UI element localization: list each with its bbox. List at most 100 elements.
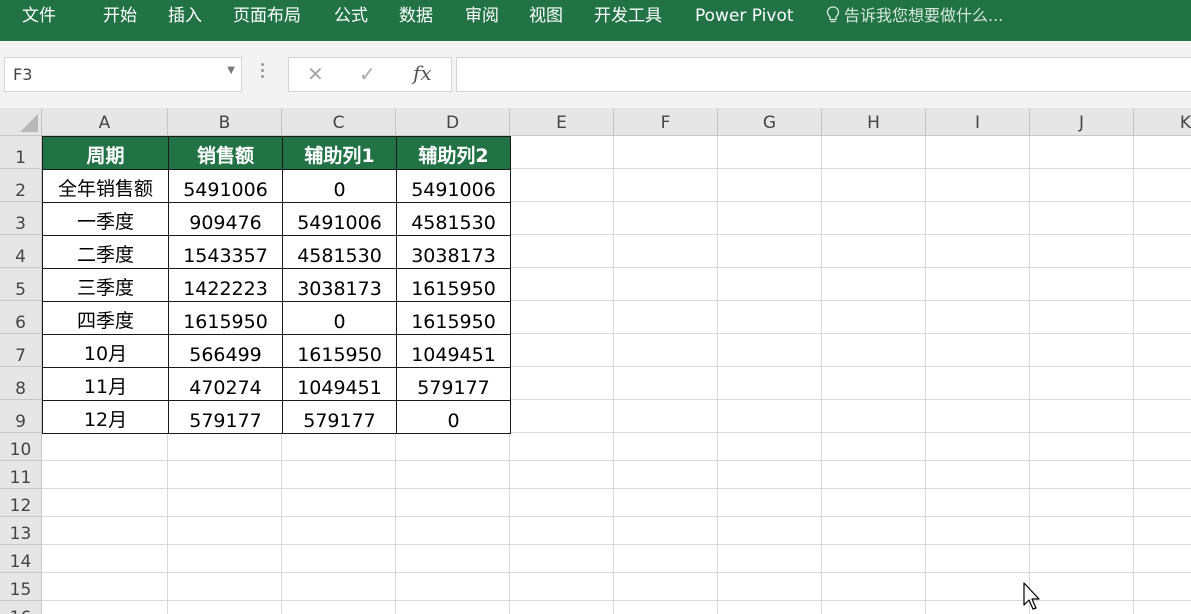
cell-F12[interactable] <box>614 489 718 517</box>
cell-E6[interactable] <box>510 301 614 334</box>
table-cell[interactable]: 1543357 <box>168 235 283 269</box>
column-header-F[interactable]: F <box>614 108 718 136</box>
column-header-B[interactable]: B <box>168 108 282 136</box>
tab-data[interactable]: 数据 <box>399 6 433 26</box>
cell-G11[interactable] <box>718 461 822 489</box>
table-cell[interactable]: 12月 <box>42 400 169 434</box>
cell-E14[interactable] <box>510 545 614 573</box>
cell-I6[interactable] <box>926 301 1030 334</box>
select-all-button[interactable] <box>0 108 42 136</box>
cell-J5[interactable] <box>1030 268 1134 301</box>
table-cell[interactable]: 4581530 <box>282 235 397 269</box>
cell-I3[interactable] <box>926 202 1030 235</box>
tab-review[interactable]: 审阅 <box>465 6 499 26</box>
cell-B13[interactable] <box>168 517 282 545</box>
table-cell[interactable]: 1422223 <box>168 268 283 302</box>
cell-C12[interactable] <box>282 489 396 517</box>
row-header-8[interactable]: 8 <box>0 367 42 400</box>
cell-B10[interactable] <box>168 433 282 461</box>
column-header-G[interactable]: G <box>718 108 822 136</box>
cell-A15[interactable] <box>42 573 168 601</box>
cell-I2[interactable] <box>926 169 1030 202</box>
cell-K7[interactable] <box>1134 334 1191 367</box>
cell-B15[interactable] <box>168 573 282 601</box>
cell-K11[interactable] <box>1134 461 1191 489</box>
cell-I15[interactable] <box>926 573 1030 601</box>
cell-A12[interactable] <box>42 489 168 517</box>
cell-C16[interactable] <box>282 601 396 614</box>
cell-I14[interactable] <box>926 545 1030 573</box>
cell-J14[interactable] <box>1030 545 1134 573</box>
cell-J7[interactable] <box>1030 334 1134 367</box>
enter-icon[interactable]: ✓ <box>359 62 376 86</box>
insert-function-icon[interactable]: fx <box>413 61 432 85</box>
table-cell[interactable]: 3038173 <box>282 268 397 302</box>
cell-E9[interactable] <box>510 400 614 433</box>
row-header-6[interactable]: 6 <box>0 301 42 334</box>
cell-D11[interactable] <box>396 461 510 489</box>
cell-K16[interactable] <box>1134 601 1191 614</box>
cell-E5[interactable] <box>510 268 614 301</box>
cell-F16[interactable] <box>614 601 718 614</box>
cell-D14[interactable] <box>396 545 510 573</box>
cell-D12[interactable] <box>396 489 510 517</box>
cell-D13[interactable] <box>396 517 510 545</box>
table-cell[interactable]: 5491006 <box>282 202 397 236</box>
cell-J4[interactable] <box>1030 235 1134 268</box>
cell-H15[interactable] <box>822 573 926 601</box>
tab-developer[interactable]: 开发工具 <box>594 6 662 26</box>
cell-H3[interactable] <box>822 202 926 235</box>
column-header-K[interactable]: K <box>1134 108 1191 136</box>
table-cell[interactable]: 1049451 <box>282 367 397 401</box>
cell-K15[interactable] <box>1134 573 1191 601</box>
chevron-down-icon[interactable]: ▼ <box>227 65 235 76</box>
cell-J9[interactable] <box>1030 400 1134 433</box>
table-header-cell[interactable]: 辅助列2 <box>396 136 511 170</box>
cell-F9[interactable] <box>614 400 718 433</box>
cell-F10[interactable] <box>614 433 718 461</box>
cell-H4[interactable] <box>822 235 926 268</box>
cell-C13[interactable] <box>282 517 396 545</box>
table-cell[interactable]: 3038173 <box>396 235 511 269</box>
column-header-H[interactable]: H <box>822 108 926 136</box>
cell-G12[interactable] <box>718 489 822 517</box>
column-header-D[interactable]: D <box>396 108 510 136</box>
table-cell[interactable]: 579177 <box>168 400 283 434</box>
cell-H16[interactable] <box>822 601 926 614</box>
cell-F11[interactable] <box>614 461 718 489</box>
column-header-C[interactable]: C <box>282 108 396 136</box>
cell-K8[interactable] <box>1134 367 1191 400</box>
cell-K1[interactable] <box>1134 136 1191 169</box>
cell-I5[interactable] <box>926 268 1030 301</box>
cell-G14[interactable] <box>718 545 822 573</box>
cell-E11[interactable] <box>510 461 614 489</box>
cell-G8[interactable] <box>718 367 822 400</box>
cell-I11[interactable] <box>926 461 1030 489</box>
row-header-16[interactable]: 16 <box>0 601 42 614</box>
cell-J3[interactable] <box>1030 202 1134 235</box>
cell-G3[interactable] <box>718 202 822 235</box>
row-header-11[interactable]: 11 <box>0 461 42 489</box>
cell-F14[interactable] <box>614 545 718 573</box>
cell-K13[interactable] <box>1134 517 1191 545</box>
cell-K6[interactable] <box>1134 301 1191 334</box>
table-cell[interactable]: 1615950 <box>282 334 397 368</box>
table-cell[interactable]: 4581530 <box>396 202 511 236</box>
table-cell[interactable]: 三季度 <box>42 268 169 302</box>
cell-G13[interactable] <box>718 517 822 545</box>
cell-C10[interactable] <box>282 433 396 461</box>
cell-J2[interactable] <box>1030 169 1134 202</box>
cell-I16[interactable] <box>926 601 1030 614</box>
cell-E1[interactable] <box>510 136 614 169</box>
cell-J15[interactable] <box>1030 573 1134 601</box>
cell-F13[interactable] <box>614 517 718 545</box>
formula-input[interactable] <box>456 57 1191 92</box>
cell-C15[interactable] <box>282 573 396 601</box>
cell-F4[interactable] <box>614 235 718 268</box>
cell-H13[interactable] <box>822 517 926 545</box>
cell-J16[interactable] <box>1030 601 1134 614</box>
tab-power-pivot[interactable]: Power Pivot <box>695 6 794 26</box>
tab-page-layout[interactable]: 页面布局 <box>233 6 301 26</box>
cell-I10[interactable] <box>926 433 1030 461</box>
row-header-12[interactable]: 12 <box>0 489 42 517</box>
